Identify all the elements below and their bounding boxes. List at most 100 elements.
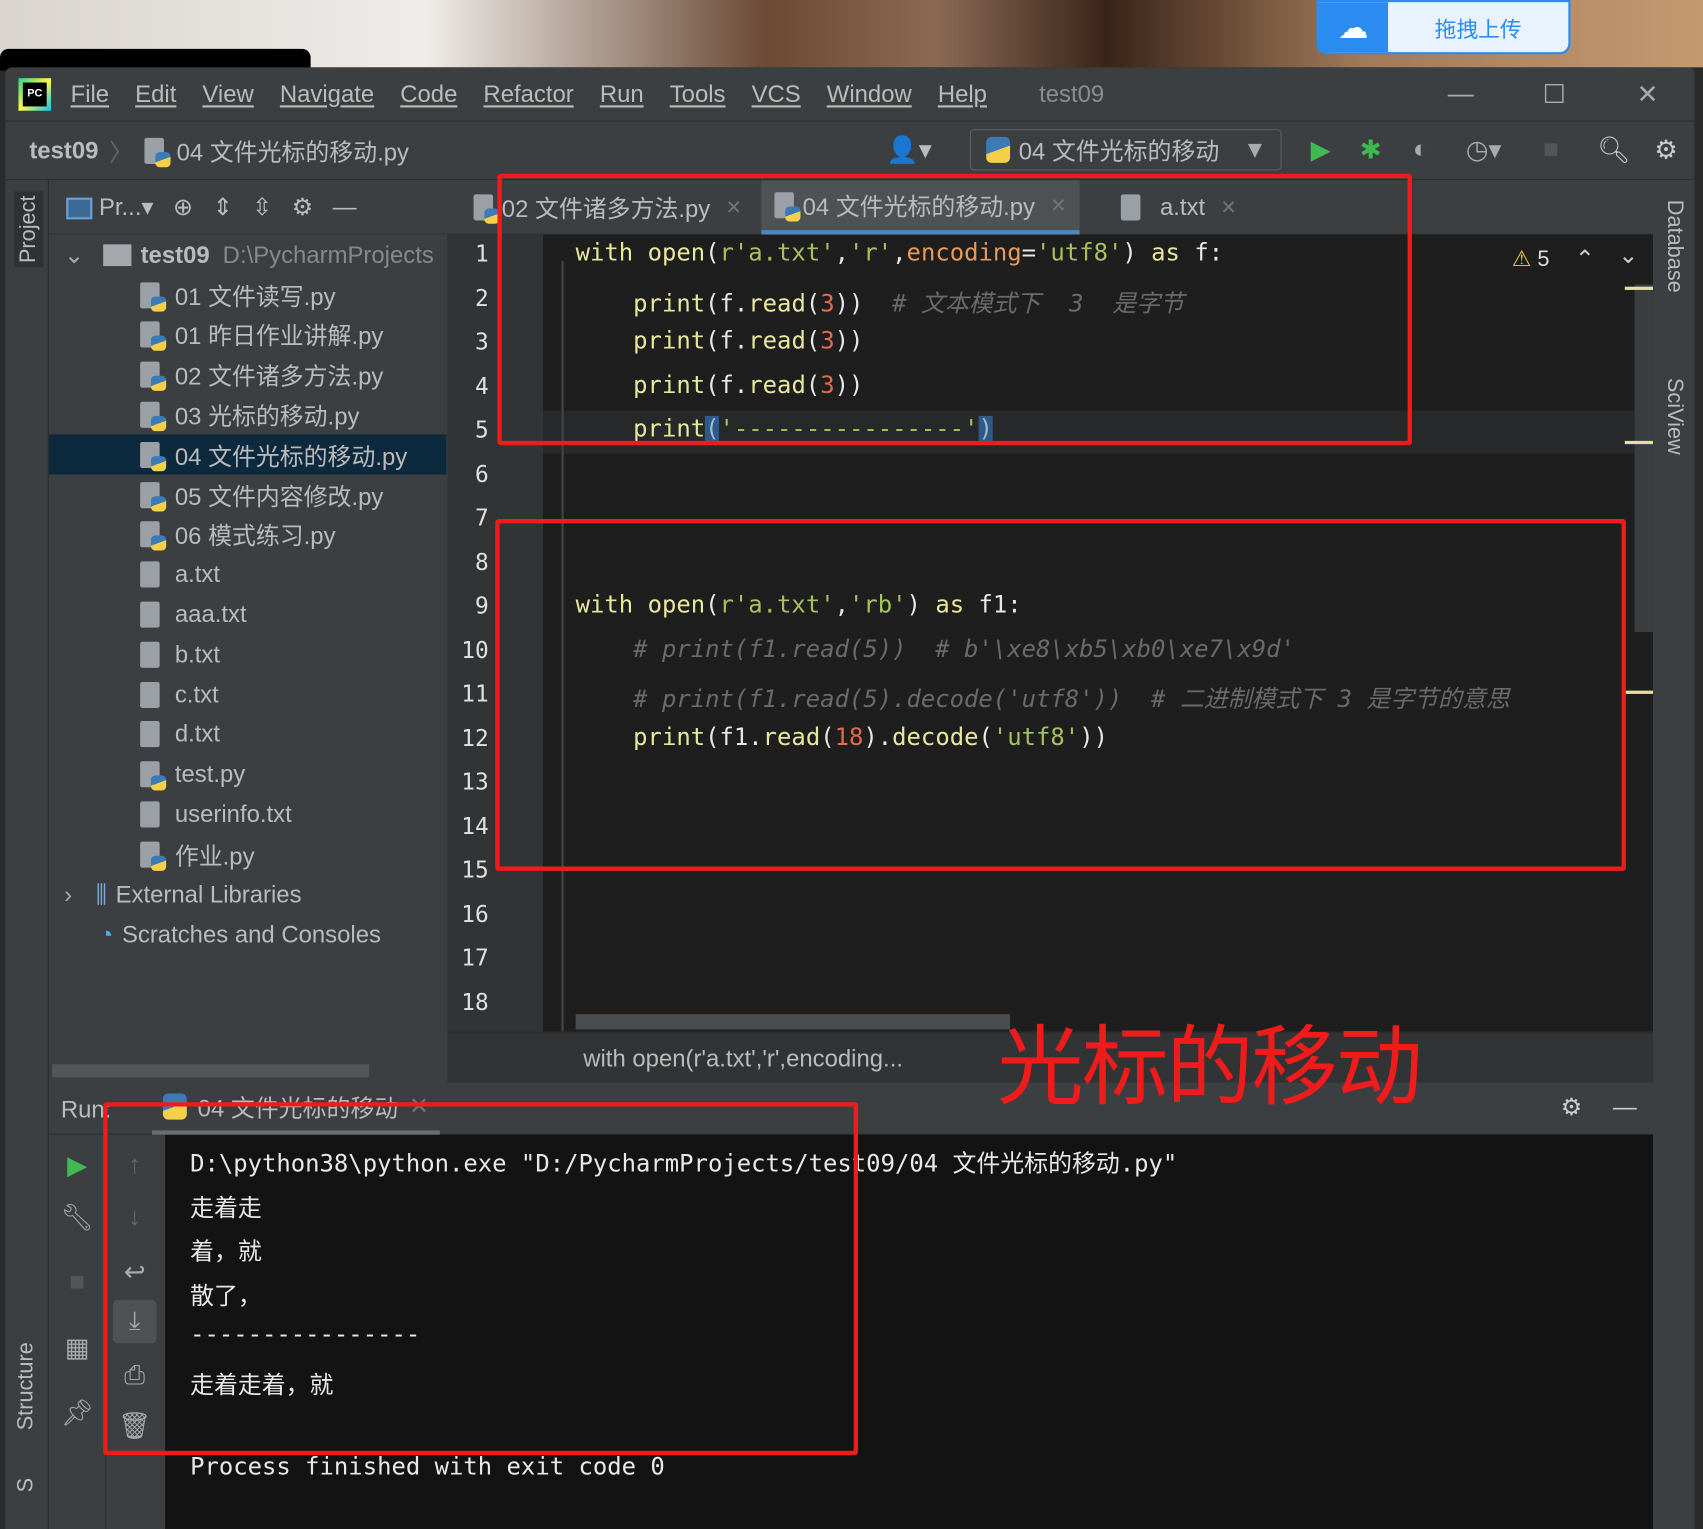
editor-vscrollbar[interactable] <box>1634 284 1654 632</box>
line-number: 5 <box>474 416 489 444</box>
logo-text: PC <box>22 81 47 106</box>
warning-count: 5 <box>1537 247 1550 272</box>
panel-view-dropdown[interactable]: Pr...▾ <box>66 193 153 221</box>
maximize-button[interactable]: ☐ <box>1522 67 1587 121</box>
external-libraries-label: External Libraries <box>115 880 302 908</box>
file-name: 02 文件诸多方法.py <box>174 362 384 390</box>
breadcrumb-project[interactable]: test09 <box>29 136 98 164</box>
annotation-box <box>103 1102 859 1456</box>
file-name: 04 文件光标的移动.py <box>174 442 408 470</box>
sciview-tool-button[interactable]: SciView <box>1662 378 1687 455</box>
tree-file[interactable]: 04 文件光标的移动.py <box>48 434 447 475</box>
menu-run[interactable]: Run <box>600 80 644 108</box>
tree-scratches[interactable]: ◔ Scratches and Consoles <box>49 914 447 954</box>
hide-icon[interactable]: — <box>333 193 357 221</box>
menu-vcs[interactable]: VCS <box>752 80 801 108</box>
chevron-right-icon: › <box>64 880 73 908</box>
gear-icon[interactable]: ⚙ <box>1647 130 1686 169</box>
scroll-marker <box>1624 690 1654 694</box>
stop-icon[interactable]: ■ <box>55 1261 98 1304</box>
annotation-box <box>497 173 1412 446</box>
locate-icon[interactable]: ⊕ <box>173 193 193 221</box>
menu-edit[interactable]: Edit <box>135 80 176 108</box>
structure-tool-button[interactable]: Structure <box>14 1342 39 1430</box>
pin-icon[interactable]: 📌︎ <box>55 1391 98 1434</box>
tree-file[interactable]: 01 文件读写.py <box>49 275 447 315</box>
tree-file[interactable]: c.txt <box>49 674 447 714</box>
collapse-all-icon[interactable]: ⇳ <box>252 193 272 221</box>
minimize-button[interactable]: — <box>1428 67 1493 121</box>
tree-external-libraries[interactable]: › ⫼ External Libraries <box>49 874 447 914</box>
file-name: b.txt <box>174 640 221 668</box>
code-breadcrumb[interactable]: with open(r'a.txt','r',encoding... <box>583 1045 903 1073</box>
tree-root-folder[interactable]: ⌄ test09 D:\PycharmProjects <box>49 235 447 275</box>
file-name: d.txt <box>174 720 221 748</box>
profile-icon[interactable]: ◷▾ <box>1453 130 1514 169</box>
line-number: 14 <box>461 812 489 839</box>
database-tool-button[interactable]: Database <box>1662 200 1687 293</box>
tree-file[interactable]: 01 昨日作业讲解.py <box>49 315 447 355</box>
navigation-bar: test09 〉 04 文件光标的移动.py <box>5 122 1695 181</box>
stop-icon[interactable]: ■ <box>1531 130 1570 169</box>
line-number: 17 <box>461 944 489 971</box>
tree-file[interactable]: 作业.py <box>49 834 447 874</box>
library-icon: ⫼ <box>95 880 107 908</box>
panel-view-label: Pr... <box>98 192 142 220</box>
menu-window[interactable]: Window <box>827 80 912 108</box>
annotation-text: 光标的移动 <box>997 1016 1423 1118</box>
menu-bar: PC File Edit View Navigate Code Refactor… <box>5 67 1695 122</box>
close-button[interactable]: ✕ <box>1615 67 1680 121</box>
rerun-icon[interactable]: ▶ <box>55 1143 98 1186</box>
tree-file[interactable]: 02 文件诸多方法.py <box>49 355 447 395</box>
tree-file[interactable]: 06 模式练习.py <box>49 514 447 554</box>
tree-file[interactable]: a.txt <box>49 554 447 594</box>
menu-refactor[interactable]: Refactor <box>483 80 573 108</box>
menu-tools[interactable]: Tools <box>670 80 726 108</box>
run-icon[interactable]: ▶ <box>1301 130 1340 169</box>
text-file-icon <box>140 801 160 828</box>
file-name: 01 文件读写.py <box>174 282 336 311</box>
tree-file[interactable]: b.txt <box>49 634 447 674</box>
file-name: 03 光标的移动.py <box>174 402 360 430</box>
previous-highlight-icon[interactable]: ⌃ <box>1575 245 1595 273</box>
wrench-icon[interactable]: 🔧︎ <box>55 1196 98 1239</box>
file-name: a.txt <box>174 560 221 588</box>
line-number: 18 <box>461 988 489 1015</box>
search-icon[interactable]: 🔍︎ <box>1594 130 1633 169</box>
gear-icon[interactable]: ⚙ <box>292 193 313 221</box>
tree-file[interactable]: userinfo.txt <box>49 794 447 834</box>
layout-icon[interactable]: ▦ <box>55 1326 98 1369</box>
project-tool-button[interactable]: Project <box>14 191 44 268</box>
run-config-dropdown[interactable]: 04 文件光标的移动 ▼ <box>969 129 1282 171</box>
expand-all-icon[interactable]: ⇕ <box>213 193 233 221</box>
breadcrumb-file[interactable]: 04 文件光标的移动.py <box>177 133 409 168</box>
chevron-down-icon: ⌄ <box>64 240 85 268</box>
s-tool-button[interactable]: S <box>14 1478 39 1492</box>
upload-label: 拖拽上传 <box>1434 17 1522 42</box>
line-number: 10 <box>461 636 489 663</box>
tree-file[interactable]: 05 文件内容修改.py <box>49 475 447 515</box>
user-icon[interactable]: 👤▾ <box>882 130 936 169</box>
menu-help[interactable]: Help <box>938 80 987 108</box>
project-hscrollbar[interactable] <box>52 1064 370 1078</box>
hide-icon[interactable]: — <box>1613 1094 1637 1122</box>
gear-icon[interactable]: ⚙ <box>1561 1094 1582 1122</box>
console-line: Process finished with exit code 0 <box>190 1453 665 1482</box>
python-file-icon <box>144 137 171 167</box>
menu-code[interactable]: Code <box>400 80 457 108</box>
warnings-indicator[interactable]: ⚠ 5 <box>1512 245 1550 272</box>
upload-widget[interactable]: ☁ 拖拽上传 <box>1316 0 1571 55</box>
menu-file[interactable]: File <box>71 80 110 108</box>
tree-file[interactable]: aaa.txt <box>49 594 447 634</box>
coverage-icon[interactable]: ◐ <box>1401 130 1440 169</box>
tree-file[interactable]: d.txt <box>49 714 447 754</box>
tree-file[interactable]: test.py <box>49 754 447 794</box>
debug-icon[interactable]: ✱ <box>1351 130 1390 169</box>
text-file-icon <box>140 681 160 708</box>
file-name: 01 昨日作业讲解.py <box>174 322 384 350</box>
menu-navigate[interactable]: Navigate <box>280 80 374 108</box>
editor-hscrollbar[interactable] <box>575 1014 1011 1030</box>
next-highlight-icon[interactable]: ⌄ <box>1618 241 1638 269</box>
tree-file[interactable]: 03 光标的移动.py <box>49 395 447 435</box>
menu-view[interactable]: View <box>202 80 253 108</box>
